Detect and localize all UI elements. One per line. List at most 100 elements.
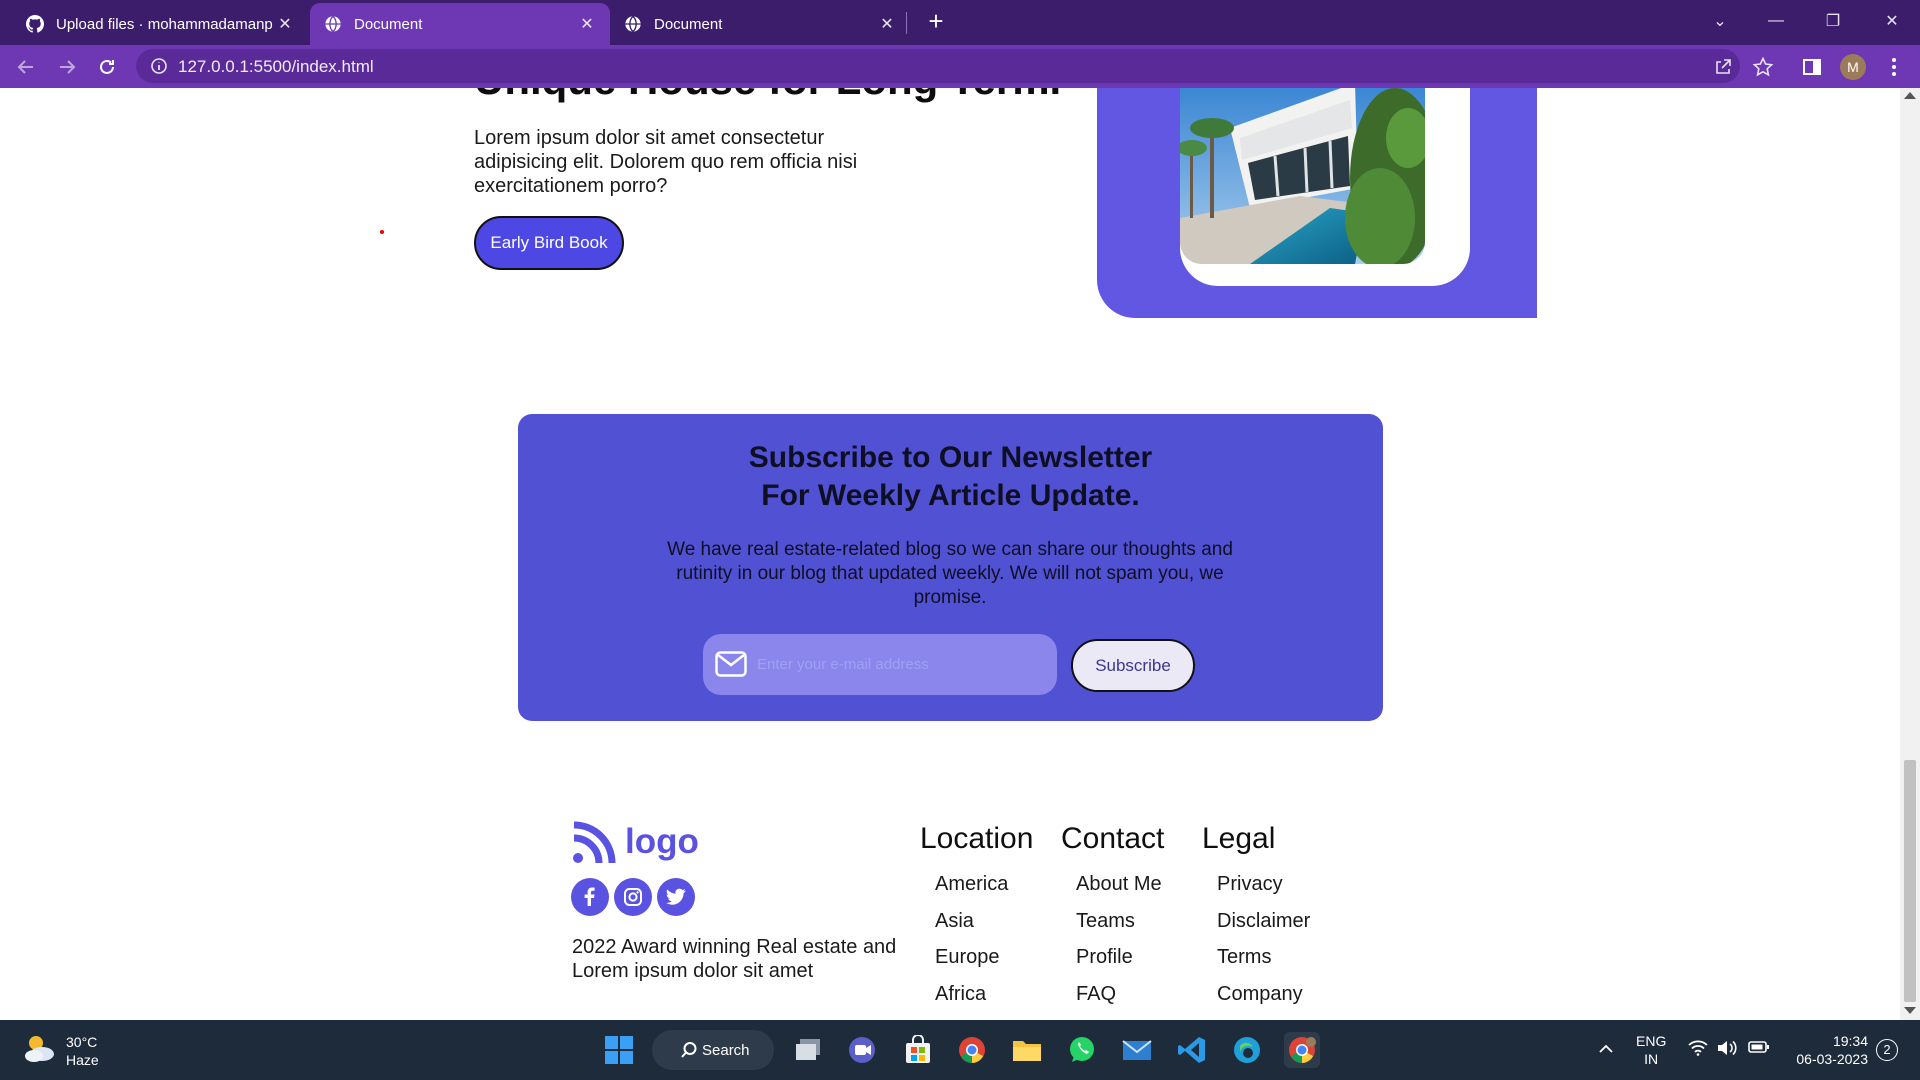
mail-app-icon[interactable] (1119, 1032, 1155, 1068)
back-arrow-icon[interactable] (12, 53, 40, 81)
footer-column-title: Legal (1202, 822, 1276, 855)
language-region: IN (1644, 1051, 1659, 1067)
footer-column-legal: Legal Privacy Disclaimer Terms Company (1202, 822, 1310, 1018)
tab-title: Document (654, 15, 723, 33)
tab-search-chevron-icon[interactable]: ⌄ (1700, 6, 1740, 36)
weather-widget[interactable]: 30°C Haze (22, 1032, 99, 1069)
tab-title: Upload files · mohammadamanp (56, 15, 273, 33)
footer-link[interactable]: America (935, 872, 1033, 909)
restore-button[interactable]: ❐ (1813, 6, 1853, 36)
show-hidden-icons-chevron-icon[interactable] (1598, 1040, 1614, 1058)
battery-icon[interactable] (1748, 1040, 1770, 1058)
bookmark-star-icon[interactable] (1751, 55, 1775, 79)
browser-tab-bar: Upload files · mohammadamanp ✕ Document … (0, 0, 1920, 45)
browser-toolbar: 127.0.0.1:5500/index.html M (0, 45, 1920, 88)
task-view-icon[interactable] (790, 1032, 826, 1068)
globe-icon (324, 15, 342, 33)
footer-link[interactable]: Privacy (1217, 872, 1310, 909)
forward-arrow-icon[interactable] (53, 53, 81, 81)
vscode-icon[interactable] (1174, 1032, 1210, 1068)
language-indicator[interactable]: ENG IN (1636, 1032, 1666, 1068)
weather-temperature: 30°C (66, 1033, 98, 1050)
footer-link[interactable]: Europe (935, 945, 1033, 982)
whatsapp-icon[interactable] (1064, 1032, 1100, 1068)
logo-text: logo (625, 822, 699, 861)
footer-column-contact: Contact About Me Teams Profile FAQ (1061, 822, 1164, 1018)
logo-icon (571, 820, 617, 864)
email-field[interactable] (703, 634, 1057, 695)
language-code: ENG (1636, 1033, 1667, 1049)
chrome-icon[interactable] (954, 1032, 990, 1068)
clock-date: 06-03-2023 (1796, 1051, 1868, 1067)
newsletter-title: Subscribe to Our Newsletter For Weekly A… (518, 439, 1383, 515)
tab-document-active[interactable]: Document ✕ (310, 3, 610, 45)
file-explorer-icon[interactable] (1009, 1032, 1045, 1068)
share-icon[interactable] (1712, 56, 1734, 78)
footer-description: 2022 Award winning Real estate and Lorem… (572, 936, 897, 982)
footer-link[interactable]: Disclaimer (1217, 909, 1310, 946)
hero-image-card (1097, 88, 1537, 318)
address-bar[interactable]: 127.0.0.1:5500/index.html (136, 49, 1740, 83)
footer-column-location: Location America Asia Europe Africa (920, 822, 1033, 1018)
footer-column-title: Contact (1061, 822, 1165, 855)
early-bird-book-button[interactable]: Early Bird Book (474, 216, 624, 270)
notification-badge[interactable]: 2 (1876, 1039, 1898, 1061)
wifi-icon[interactable] (1688, 1040, 1708, 1060)
more-menu-icon[interactable] (1882, 55, 1906, 79)
scroll-up-arrow-icon[interactable] (1904, 92, 1916, 99)
footer-link[interactable]: Teams (1076, 909, 1164, 946)
close-icon[interactable]: ✕ (578, 15, 596, 33)
tab-upload-files[interactable]: Upload files · mohammadamanp ✕ (12, 3, 308, 45)
volume-icon[interactable] (1716, 1040, 1738, 1060)
footer-link[interactable]: FAQ (1076, 982, 1164, 1019)
weather-cloud-icon (22, 1032, 58, 1069)
hero-description: Lorem ipsum dolor sit amet consectetur a… (474, 127, 858, 197)
minimize-button[interactable]: — (1756, 6, 1796, 36)
page-viewport: Unique House for Long Term. Lorem ipsum … (0, 88, 1900, 1020)
instagram-icon[interactable] (614, 878, 652, 916)
close-window-button[interactable]: ✕ (1872, 6, 1912, 36)
close-icon[interactable]: ✕ (276, 15, 294, 33)
footer-link[interactable]: Africa (935, 982, 1033, 1019)
scroll-down-arrow-icon[interactable] (1904, 1007, 1916, 1014)
github-icon (26, 15, 44, 33)
twitter-icon[interactable] (657, 878, 695, 916)
clock[interactable]: 19:34 06-03-2023 (1786, 1032, 1868, 1068)
search-icon (680, 1041, 698, 1063)
profile-avatar[interactable]: M (1840, 54, 1866, 80)
page-scrollbar[interactable] (1900, 88, 1920, 1020)
chrome-profile-icon[interactable] (1284, 1032, 1320, 1068)
url-text[interactable]: 127.0.0.1:5500/index.html (178, 57, 374, 77)
windows-taskbar: 30°C Haze Search ENG IN 19:34 06-03-2023… (0, 1020, 1920, 1080)
house-photo (1180, 88, 1425, 264)
email-input[interactable] (757, 650, 1037, 678)
microsoft-store-icon[interactable] (900, 1032, 936, 1068)
globe-icon (624, 15, 642, 33)
side-panel-icon[interactable] (1800, 55, 1824, 79)
teams-chat-icon[interactable] (844, 1032, 880, 1068)
close-icon[interactable]: ✕ (878, 15, 896, 33)
start-windows-icon[interactable] (601, 1032, 637, 1068)
footer-link[interactable]: About Me (1076, 872, 1164, 909)
weather-description: Haze (66, 1051, 99, 1068)
search-label: Search (702, 1041, 750, 1059)
footer-logo[interactable]: logo (571, 820, 699, 864)
new-tab-button[interactable]: + (922, 8, 950, 36)
facebook-icon[interactable] (571, 878, 609, 916)
footer-link[interactable]: Company (1217, 982, 1310, 1019)
scroll-thumb[interactable] (1904, 760, 1916, 1002)
tab-title: Document (354, 15, 423, 33)
edge-icon[interactable] (1229, 1032, 1265, 1068)
newsletter-section: Subscribe to Our Newsletter For Weekly A… (518, 414, 1383, 721)
taskbar-search-button[interactable]: Search (652, 1030, 774, 1070)
subscribe-button[interactable]: Subscribe (1071, 639, 1195, 692)
reload-icon[interactable] (93, 53, 121, 81)
footer-link[interactable]: Asia (935, 909, 1033, 946)
social-links (571, 878, 700, 916)
info-icon[interactable] (150, 57, 168, 75)
footer-link[interactable]: Terms (1217, 945, 1310, 982)
tab-separator (906, 12, 907, 34)
tab-document[interactable]: Document ✕ (610, 3, 910, 45)
cursor-dot (380, 230, 384, 234)
footer-link[interactable]: Profile (1076, 945, 1164, 982)
